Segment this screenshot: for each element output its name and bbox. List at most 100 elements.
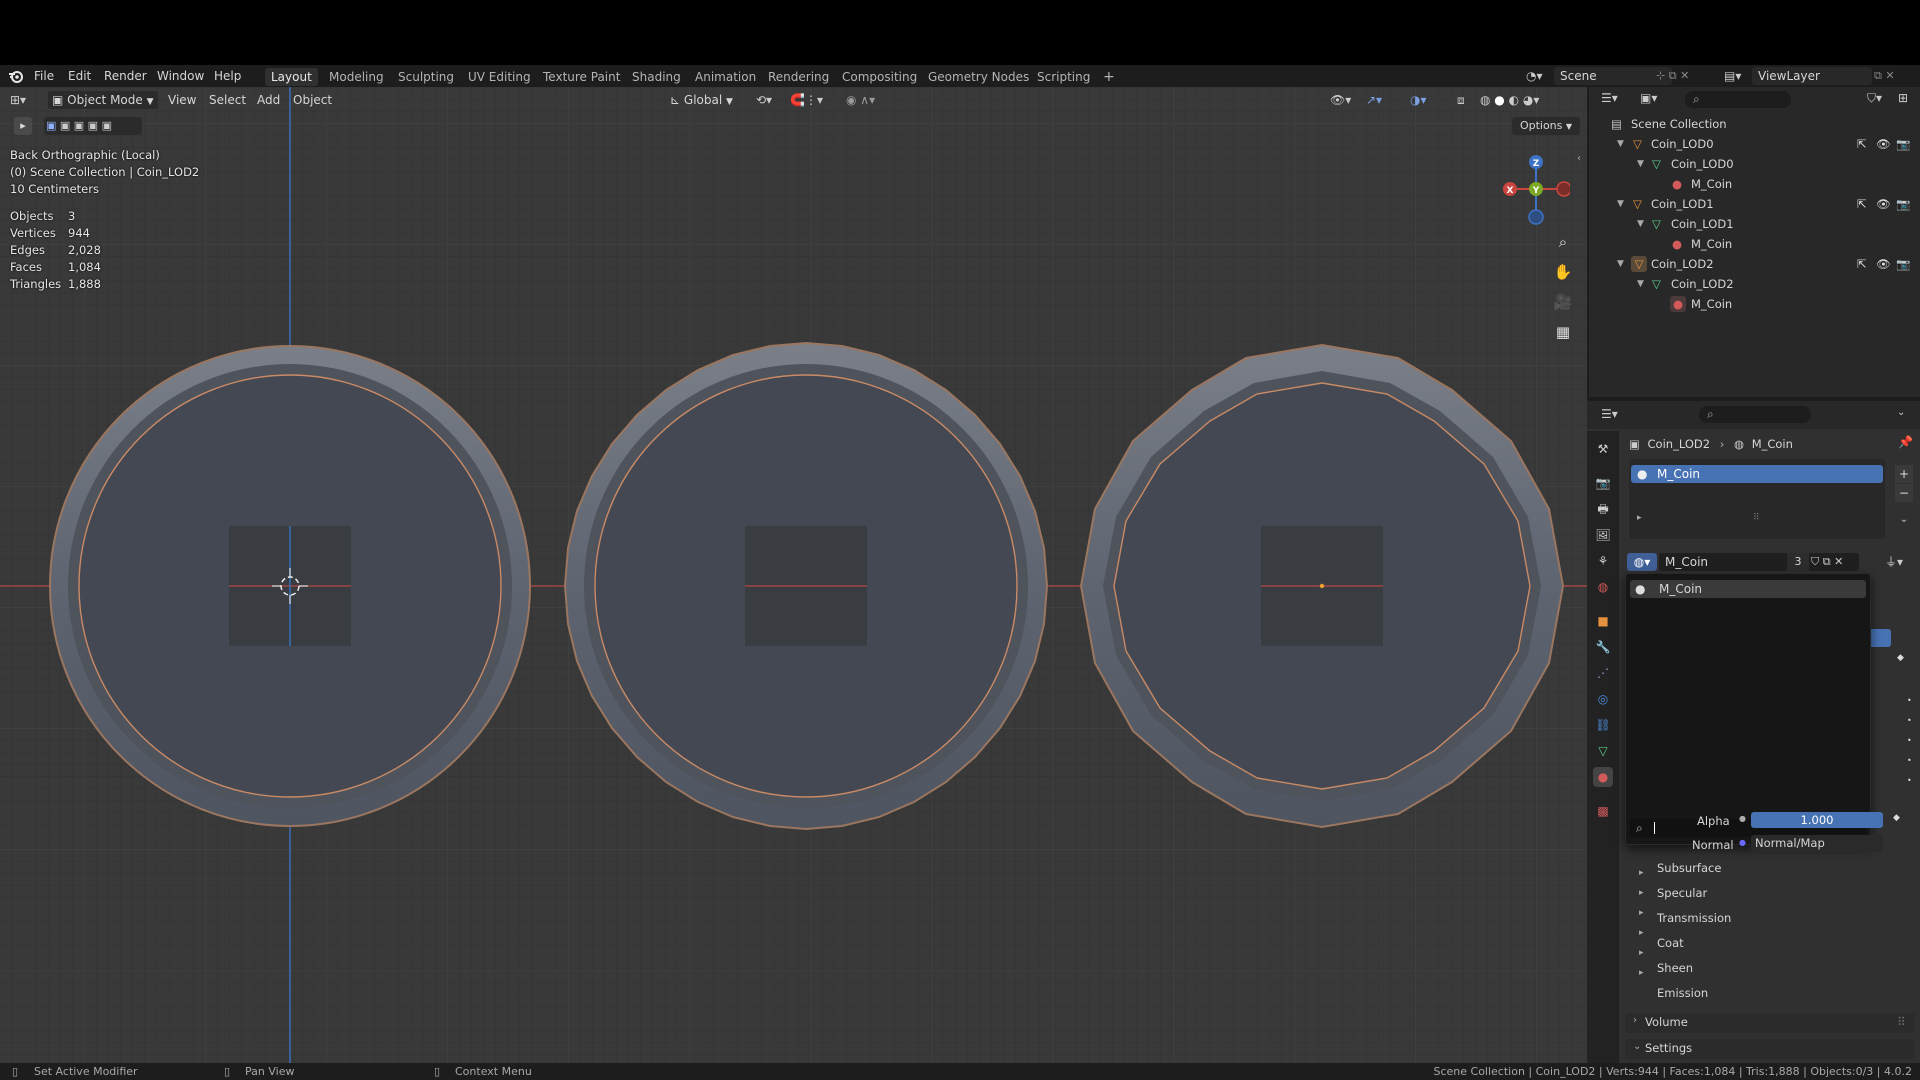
render-camera-icon[interactable]: 📷 (1896, 194, 1910, 214)
section-sheen[interactable]: Sheen (1657, 958, 1693, 978)
tab-geometry-nodes[interactable]: Geometry Nodes (922, 68, 1035, 86)
browse-material-icon[interactable]: ◍▾ (1627, 553, 1657, 571)
camera-view-icon[interactable]: 🎥 (1550, 289, 1576, 315)
tab-world-icon[interactable]: ◍ (1593, 577, 1613, 597)
tab-rendering[interactable]: Rendering (762, 68, 835, 86)
menu-render[interactable]: Render (104, 68, 147, 84)
coin-lod1[interactable] (563, 341, 1049, 831)
tab-material-icon[interactable]: ● (1593, 767, 1613, 787)
expand-arrow-icon[interactable]: ▼ (1617, 254, 1624, 274)
keyframe-dot-icon[interactable]: ◆ (1897, 653, 1904, 663)
tab-animation[interactable]: Animation (689, 68, 762, 86)
view-layer-icon[interactable]: ▤▾ (1724, 68, 1748, 84)
tab-tool-icon[interactable]: ⚒ (1593, 439, 1613, 459)
normal-input[interactable]: Normal/Map (1751, 835, 1883, 852)
tab-output-icon[interactable]: 🖶 (1593, 499, 1613, 519)
new-collection-icon[interactable]: ⊞ (1898, 91, 1908, 105)
render-camera-icon[interactable]: 📷 (1896, 254, 1910, 274)
expand-arrow-icon[interactable]: ▼ (1617, 194, 1624, 214)
outliner-row-material[interactable]: ● M_Coin (1587, 294, 1920, 314)
tab-scene-icon[interactable]: ⚘ (1593, 551, 1613, 571)
tab-layout[interactable]: Layout (265, 68, 318, 86)
outliner-row-material[interactable]: ● M_Coin (1587, 174, 1920, 194)
drag-handle-icon[interactable]: ⠿ (1897, 1015, 1906, 1029)
pin-icon[interactable]: 📌 (1898, 435, 1913, 449)
outliner-row-object[interactable]: ▼ ▽ Coin_LOD0 ⇱ 👁 📷 (1587, 134, 1920, 154)
tab-modifiers-icon[interactable]: 🔧 (1593, 637, 1613, 657)
scene-field[interactable]: Scene (1554, 67, 1672, 85)
editor-type-icon[interactable]: ☰▾ (1601, 407, 1618, 421)
tab-texture-paint[interactable]: Texture Paint (537, 68, 626, 86)
tab-physics-icon[interactable]: ◎ (1593, 689, 1613, 709)
scene-actions-icons[interactable]: ⊹ ⧉ ✕ (1656, 68, 1712, 84)
view-layer-field[interactable]: ViewLayer (1752, 67, 1872, 85)
material-slot-item[interactable]: ● M_Coin (1631, 465, 1883, 483)
tab-particles-icon[interactable]: ⋰ (1593, 663, 1613, 683)
tab-render-icon[interactable]: 📷 (1593, 473, 1613, 493)
sidebar-toggle-icon[interactable]: ‹ (1577, 153, 1581, 164)
expand-arrow-icon[interactable]: ▼ (1637, 214, 1644, 234)
tab-view-layer-icon[interactable]: 🖼 (1593, 525, 1613, 545)
section-subsurface[interactable]: Subsurface (1657, 858, 1721, 878)
chevron-down-icon[interactable]: ⌄ (1897, 407, 1905, 418)
navigation-gizmo[interactable]: Z X Y (1484, 147, 1570, 237)
add-slot-button[interactable]: + (1895, 465, 1913, 483)
expand-arrow-icon[interactable]: ▸ (1637, 513, 1642, 523)
render-camera-icon[interactable]: 📷 (1896, 134, 1910, 154)
expand-arrow-icon[interactable]: ▼ (1637, 274, 1644, 294)
tab-scripting[interactable]: Scripting (1031, 68, 1096, 86)
properties-search-input[interactable]: ⌕ (1699, 406, 1811, 423)
menu-file[interactable]: File (34, 68, 54, 84)
pan-hand-icon[interactable]: ✋ (1550, 259, 1576, 285)
section-specular[interactable]: Specular (1657, 883, 1707, 903)
tab-shading[interactable]: Shading (626, 68, 687, 86)
menu-window[interactable]: Window (157, 68, 204, 84)
node-link-icon[interactable]: ⏚▾ (1885, 553, 1915, 571)
menu-help[interactable]: Help (214, 68, 241, 84)
editor-type-icon[interactable]: ☰▾ (1601, 91, 1618, 105)
user-count-badge[interactable]: 3 (1787, 553, 1809, 571)
panel-volume[interactable]: › Volume ⠿ (1625, 1013, 1915, 1033)
filter-icon[interactable]: ⛉▾ (1867, 91, 1882, 106)
display-mode-icon[interactable]: ▣▾ (1640, 91, 1657, 105)
expand-arrow-icon[interactable]: ▼ (1637, 154, 1644, 174)
resize-handle-icon[interactable]: ⠿ (1753, 513, 1760, 523)
eye-icon[interactable]: 👁 (1876, 134, 1891, 154)
section-transmission[interactable]: Transmission (1657, 908, 1731, 928)
outliner-row-object[interactable]: ▼ ▽ Coin_LOD2 ⇱ 👁 📷 (1587, 254, 1920, 274)
section-coat[interactable]: Coat (1657, 933, 1684, 953)
slot-specials-icon[interactable]: ⌄ (1895, 511, 1913, 529)
tab-object-icon[interactable]: ■ (1593, 611, 1613, 631)
select-toggle-icon[interactable]: ⇱ (1857, 254, 1867, 274)
scene-selector-icon[interactable]: ◔▾ (1526, 68, 1550, 84)
outliner-row-object[interactable]: ▼ ▽ Coin_LOD1 ⇱ 👁 📷 (1587, 194, 1920, 214)
eye-icon[interactable]: 👁 (1876, 194, 1891, 214)
blender-logo-icon[interactable] (8, 68, 24, 84)
alpha-slider[interactable]: 1.000 (1751, 812, 1883, 828)
expand-arrow-icon[interactable]: ▼ (1617, 134, 1624, 154)
coin-lod0[interactable] (49, 345, 531, 827)
ortho-toggle-icon[interactable]: ▦ (1550, 319, 1576, 345)
panel-settings[interactable]: ⌄ Settings (1625, 1039, 1915, 1059)
outliner-search-input[interactable]: ⌕ (1685, 91, 1791, 108)
remove-slot-button[interactable]: − (1895, 484, 1913, 502)
tab-modeling[interactable]: Modeling (323, 68, 390, 86)
coin-lod2[interactable] (1079, 343, 1565, 829)
tab-compositing[interactable]: Compositing (836, 68, 923, 86)
tab-sculpting[interactable]: Sculpting (392, 68, 460, 86)
zoom-icon[interactable]: ⌕ (1550, 229, 1576, 255)
material-actions-icons[interactable]: ⛉ ⧉ ✕ (1811, 553, 1875, 571)
outliner-row-mesh[interactable]: ▼ ▽ Coin_LOD0 (1587, 154, 1920, 174)
tab-constraints-icon[interactable]: ⛓ (1593, 715, 1613, 735)
outliner-row-material[interactable]: ● M_Coin (1587, 234, 1920, 254)
menu-edit[interactable]: Edit (68, 68, 91, 84)
3d-viewport[interactable]: ⊞▾ ▣ Object Mode ▼ View Select Add Objec… (0, 87, 1587, 1063)
section-emission[interactable]: Emission (1657, 983, 1708, 1003)
outliner-row-scene-collection[interactable]: ▤ Scene Collection (1587, 114, 1920, 134)
select-toggle-icon[interactable]: ⇱ (1857, 194, 1867, 214)
outliner-row-mesh[interactable]: ▼ ▽ Coin_LOD1 (1587, 214, 1920, 234)
add-workspace-button[interactable]: + (1097, 68, 1121, 86)
eye-icon[interactable]: 👁 (1876, 254, 1891, 274)
tab-texture-icon[interactable]: ▩ (1593, 801, 1613, 821)
popup-material-item[interactable]: ● M_Coin (1630, 580, 1866, 598)
